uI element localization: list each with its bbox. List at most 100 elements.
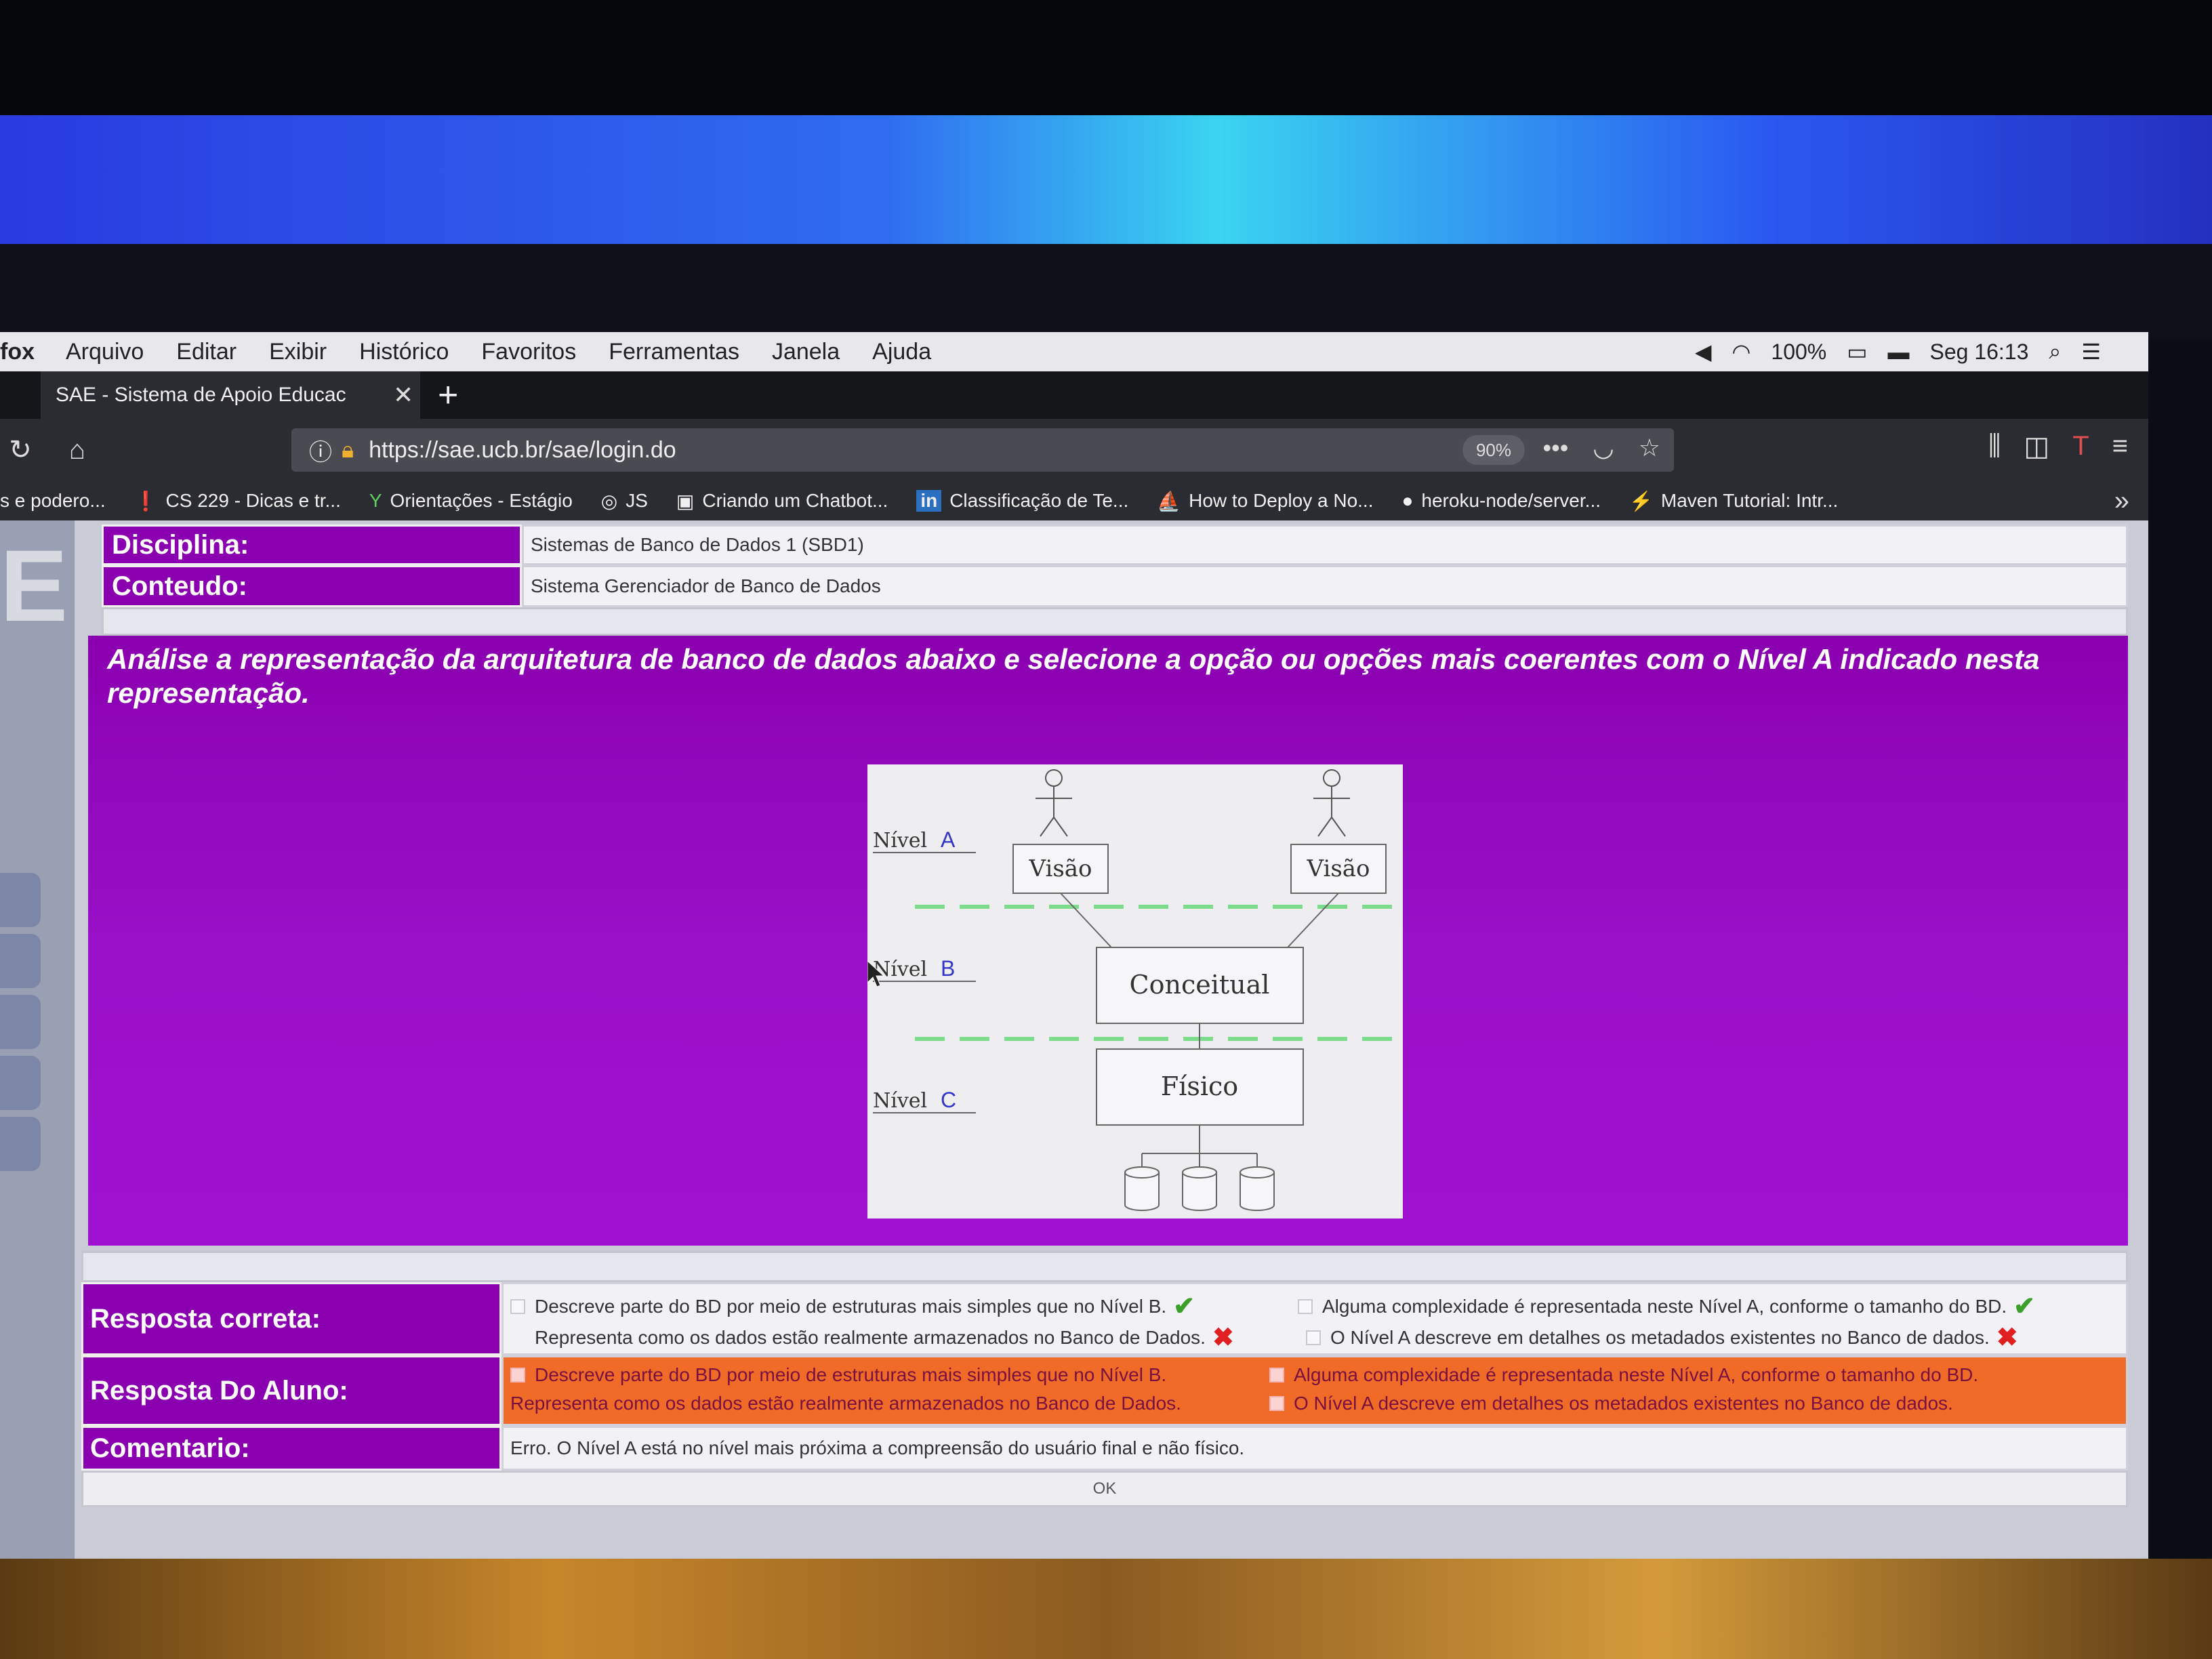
library-icon[interactable]: ⫼ <box>1988 431 2001 462</box>
home-icon[interactable]: ⌂ <box>57 435 98 466</box>
pocket-icon[interactable]: ◡ <box>1593 434 1614 462</box>
database-icon <box>1124 1166 1160 1211</box>
option-text: Descreve parte do BD por meio de estrutu… <box>535 1364 1167 1385</box>
rail-button[interactable] <box>0 1056 41 1110</box>
option-text: Alguma complexidade é representada neste… <box>1294 1364 1979 1385</box>
github-icon: ● <box>1401 490 1414 511</box>
menu-arquivo[interactable]: Arquivo <box>66 339 144 365</box>
user-actor-icon-right <box>1313 769 1350 837</box>
bookmark-label: CS 229 - Dicas e tr... <box>165 490 341 511</box>
question-panel: Análise a representação da arquitetura d… <box>88 636 2128 1246</box>
option-text: Representa como os dados estão realmente… <box>510 1393 1181 1414</box>
option-text: O Nível A descreve em detalhes os metada… <box>1294 1393 1953 1414</box>
boat-icon: ⛵ <box>1157 490 1181 512</box>
rail-button[interactable] <box>0 934 41 988</box>
student-option: O Nível A descreve em detalhes os metada… <box>1269 1393 1953 1414</box>
monitor-bezel <box>0 244 2212 339</box>
student-answer-label: Resposta Do Aluno: <box>81 1355 501 1426</box>
rail-button[interactable] <box>0 1117 41 1171</box>
tab-sae[interactable]: SAE - Sistema de Apoio Educac ✕ <box>41 371 420 419</box>
sidebar-icon[interactable]: ◫ <box>2024 431 2049 462</box>
url-bar[interactable]: ⓘ 🔒︎ https://sae.ucb.br/sae/login.do 90%… <box>291 428 1674 472</box>
bookmark-item[interactable]: ⚡ Maven Tutorial: Intr... <box>1629 490 1838 512</box>
student-answer-box: Descreve parte do BD por meio de estrutu… <box>501 1355 2128 1426</box>
rail-button[interactable] <box>0 873 41 927</box>
bookmark-item[interactable]: ◎ JS <box>601 490 648 512</box>
bookmark-item[interactable]: s e podero... <box>0 490 106 512</box>
bookmark-item[interactable]: Y Orientações - Estágio <box>369 490 573 512</box>
battery-icon[interactable]: ▭ <box>1847 339 1867 365</box>
bookmark-item[interactable]: in Classificação de Te... <box>916 490 1128 512</box>
app-menu[interactable]: fox <box>0 339 35 365</box>
hamburger-menu-icon[interactable]: ≡ <box>2112 431 2128 462</box>
correct-option: Representa como os dados estão realmente… <box>535 1322 1234 1353</box>
connector-right <box>1287 893 1339 948</box>
globe-icon: ◎ <box>600 490 618 512</box>
menu-favoritos[interactable]: Favoritos <box>481 339 576 365</box>
reload-icon[interactable]: ↻ <box>0 434 41 466</box>
menu-editar[interactable]: Editar <box>176 339 237 365</box>
page-body: E Disciplina: Sistemas de Banco de Dados… <box>0 520 2148 1559</box>
site-info-icon[interactable]: ⓘ <box>309 434 332 467</box>
close-tab-icon[interactable]: ✕ <box>393 381 420 409</box>
architecture-figure: Nível A Nível B Nível C Visão Visão Conc… <box>867 764 1403 1218</box>
bookmark-star-icon[interactable]: ☆ <box>1639 434 1660 462</box>
flag-icon[interactable]: ▬ <box>1887 340 1909 365</box>
bookmark-item[interactable]: ▣ Criando um Chatbot... <box>676 490 888 512</box>
user-actor-icon-left <box>1036 769 1072 837</box>
view-right-label: Visão <box>1306 855 1370 882</box>
extension-icon[interactable]: T <box>2072 431 2089 462</box>
monitor-bezel-top <box>0 0 2212 122</box>
option-checkbox <box>1269 1368 1284 1382</box>
clock[interactable]: Seg 16:13 <box>1929 340 2028 365</box>
tab-bar: SAE - Sistema de Apoio Educac ✕ + <box>0 371 2148 419</box>
menu-exibir[interactable]: Exibir <box>269 339 327 365</box>
battery-percent[interactable]: 100% <box>1771 340 1826 365</box>
maven-icon: ⚡ <box>1629 490 1653 512</box>
check-icon: ✔ <box>1173 1292 1195 1321</box>
bookmark-label: s e podero... <box>0 490 106 511</box>
option-checkbox <box>1306 1330 1321 1345</box>
conceptual-label: Conceitual <box>1130 970 1270 1000</box>
menu-historico[interactable]: Histórico <box>359 339 449 365</box>
menu-janela[interactable]: Janela <box>772 339 840 365</box>
bookmark-item[interactable]: ● heroku-node/server... <box>1401 490 1601 512</box>
conteudo-value: Sistema Gerenciador de Banco de Dados <box>522 565 2128 607</box>
level-b-label: Nível <box>873 958 927 981</box>
linkedin-icon: in <box>916 490 942 512</box>
wifi-icon[interactable]: ◠ <box>1732 339 1750 365</box>
conteudo-label: Conteudo: <box>102 565 522 607</box>
url-text[interactable]: https://sae.ucb.br/sae/login.do <box>369 437 676 464</box>
rail-button[interactable] <box>0 995 41 1049</box>
desk-reflection <box>0 1559 2212 1659</box>
bookmarks-toolbar: s e podero... ❗ CS 229 - Dicas e tr... YO… <box>0 481 2148 520</box>
bookmark-label: Maven Tutorial: Intr... <box>1660 490 1839 511</box>
new-tab-button[interactable]: + <box>438 375 478 415</box>
bookmark-item[interactable]: ❗ CS 229 - Dicas e tr... <box>134 490 341 512</box>
notification-center-icon[interactable]: ☰ <box>2081 339 2101 365</box>
option-text: Descreve parte do BD por meio de estrutu… <box>535 1295 1167 1317</box>
connector-left <box>1060 893 1112 948</box>
bookmark-item[interactable]: ⛵ How to Deploy a No... <box>1157 490 1373 512</box>
ok-button[interactable]: OK <box>81 1471 2128 1507</box>
comment-label: Comentario: <box>81 1426 501 1471</box>
student-option: Alguma complexidade é representada neste… <box>1269 1364 1978 1386</box>
page-actions-button[interactable]: ••• <box>1542 434 1568 462</box>
toolbar-tools: ⫼ ◫ T ≡ <box>1988 431 2128 462</box>
menu-ajuda[interactable]: Ajuda <box>872 339 931 365</box>
y-logo-icon: Y <box>369 490 382 511</box>
status-area: ◀ ◠ 100% ▭ ▬ Seg 16:13 ⌕ ☰ <box>1695 339 2101 365</box>
zoom-indicator[interactable]: 90% <box>1462 435 1525 465</box>
spotlight-search-icon[interactable]: ⌕ <box>2049 339 2061 365</box>
comment-text: Erro. O Nível A está no nível mais próxi… <box>501 1426 2128 1471</box>
volume-icon[interactable]: ◀ <box>1695 339 1712 365</box>
sae-content: Disciplina: Sistemas de Banco de Dados 1… <box>75 520 2135 1537</box>
exclamation-icon: ❗ <box>134 490 158 512</box>
backlight-glow <box>0 115 2212 251</box>
left-rail: E <box>0 520 75 1559</box>
storage-connectors <box>1141 1125 1258 1168</box>
option-text: Alguma complexidade é representada neste… <box>1322 1295 2007 1317</box>
menu-ferramentas[interactable]: Ferramentas <box>609 339 739 365</box>
disciplina-value: Sistemas de Banco de Dados 1 (SBD1) <box>522 525 2128 565</box>
bookmarks-overflow-icon[interactable]: » <box>2114 486 2129 516</box>
